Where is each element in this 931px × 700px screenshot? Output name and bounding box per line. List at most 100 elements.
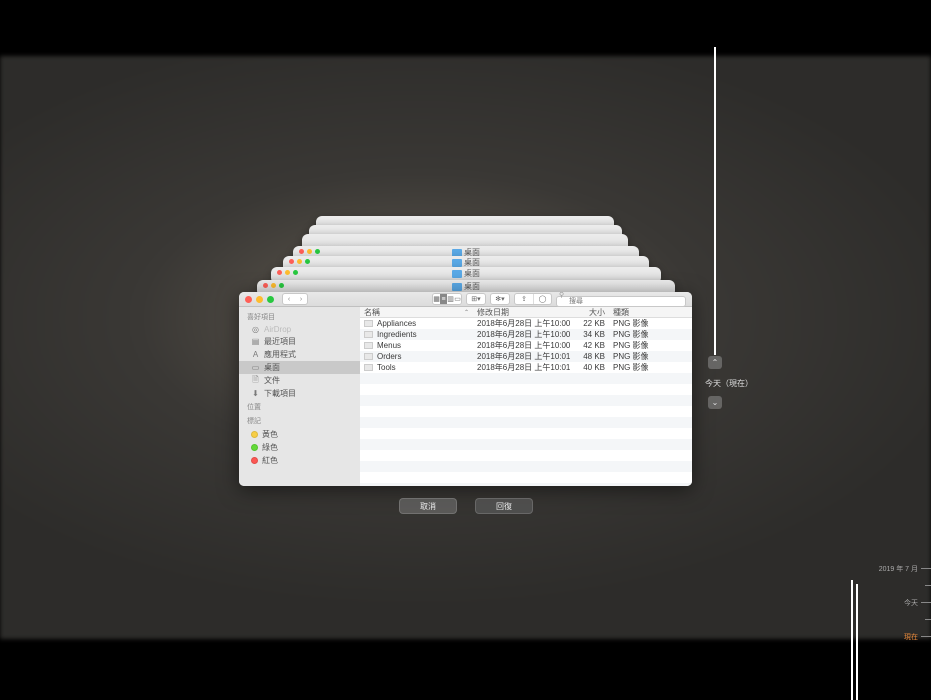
timeline-tick[interactable]: 2019 年 7 月 [861, 560, 931, 577]
table-row-empty [360, 461, 692, 472]
finder-window: ‹ › ▦ ≡ ▥ ▭ ⊞▾ ✻▾ ⇪ ◯ ⚲ 喜好項目 ◎ AirDrop ▤ 最… [239, 292, 692, 486]
stacked-window-title: 桌面 [464, 281, 480, 292]
column-name[interactable]: 名稱⌃ [360, 307, 473, 318]
table-row[interactable]: Tools2018年6月28日 上午10:0140 KBPNG 影像 [360, 362, 692, 373]
file-icon [364, 342, 373, 349]
action-buttons: 取消 回復 [399, 498, 533, 514]
sidebar-tag-red[interactable]: 紅色 [239, 454, 360, 467]
cancel-button[interactable]: 取消 [399, 498, 457, 514]
sidebar-header-locations: 位置 [239, 400, 360, 414]
view-switcher: ▦ ≡ ▥ ▭ [432, 293, 462, 305]
sidebar-item-airdrop[interactable]: ◎ AirDrop [239, 324, 360, 335]
timeline-tick[interactable] [861, 577, 931, 594]
file-list: 名稱⌃ 修改日期 大小 種類 Appliances2018年6月28日 上午10… [360, 307, 692, 486]
search-input[interactable] [556, 296, 686, 307]
clock-icon: ▤ [251, 337, 260, 346]
close-button[interactable] [245, 296, 252, 303]
view-columns-button[interactable]: ▥ [447, 294, 454, 304]
table-row-empty [360, 472, 692, 483]
search-icon: ⚲ [559, 292, 564, 299]
table-row-empty [360, 384, 692, 395]
sidebar-item-label: 文件 [264, 375, 280, 386]
sidebar-item-label: 應用程式 [264, 349, 296, 360]
sidebar-item-label: 下載項目 [264, 388, 296, 399]
toolbar: ‹ › ▦ ≡ ▥ ▭ ⊞▾ ✻▾ ⇪ ◯ ⚲ [239, 292, 692, 307]
restore-button[interactable]: 回復 [475, 498, 533, 514]
timeline-tick-mark [921, 602, 931, 603]
table-row-empty [360, 395, 692, 406]
column-date[interactable]: 修改日期 [473, 307, 570, 318]
table-row-empty [360, 373, 692, 384]
view-list-button[interactable]: ≡ [440, 294, 447, 304]
table-row[interactable]: Orders2018年6月28日 上午10:0148 KBPNG 影像 [360, 351, 692, 362]
sidebar-item-label: 最近項目 [264, 336, 296, 347]
sidebar-item-label: AirDrop [264, 325, 291, 334]
timeline-tick-mark [921, 568, 931, 569]
timeline-tick-mark [925, 619, 931, 620]
timeline-current-label: 今天（現在） [705, 378, 753, 389]
file-icon [364, 320, 373, 327]
sidebar-item-label: 紅色 [262, 455, 278, 466]
back-button[interactable]: ‹ [283, 294, 295, 304]
file-rows: Appliances2018年6月28日 上午10:0022 KBPNG 影像I… [360, 318, 692, 486]
view-icons-button[interactable]: ▦ [433, 294, 440, 304]
table-row[interactable]: Ingredients2018年6月28日 上午10:0034 KBPNG 影像 [360, 329, 692, 340]
sidebar-item-label: 黃色 [262, 429, 278, 440]
annotation-line [856, 584, 858, 700]
table-row-empty [360, 428, 692, 439]
desktop-icon: ▭ [251, 363, 260, 372]
timeline-label: 2019 年 7 月 [879, 564, 918, 574]
forward-button[interactable]: › [295, 294, 307, 304]
search-field-wrap: ⚲ [556, 292, 686, 308]
file-icon [364, 364, 373, 371]
arrange-button[interactable]: ⊞▾ [467, 294, 485, 304]
file-icon [364, 353, 373, 360]
sidebar-tag-green[interactable]: 綠色 [239, 441, 360, 454]
sidebar-header-favorites: 喜好項目 [239, 310, 360, 324]
timeline-tick[interactable]: 現在 [861, 628, 931, 645]
timeline-label: 今天 [904, 598, 918, 608]
view-gallery-button[interactable]: ▭ [454, 294, 461, 304]
sidebar-item-recents[interactable]: ▤ 最近項目 [239, 335, 360, 348]
action-button[interactable]: ✻▾ [491, 294, 509, 304]
table-row-empty [360, 439, 692, 450]
share-button[interactable]: ⇪ [515, 294, 533, 304]
minimize-button[interactable] [256, 296, 263, 303]
timeline-tick[interactable] [861, 611, 931, 628]
column-headers: 名稱⌃ 修改日期 大小 種類 [360, 307, 692, 318]
column-kind[interactable]: 種類 [609, 307, 692, 318]
sidebar-item-label: 桌面 [264, 362, 280, 373]
timeline-tick[interactable]: 今天 [861, 594, 931, 611]
sort-caret-icon: ⌃ [464, 309, 469, 316]
column-size[interactable]: 大小 [570, 307, 609, 318]
apps-icon: A [251, 350, 260, 359]
tag-green-icon [251, 444, 258, 451]
table-row[interactable]: Menus2018年6月28日 上午10:0042 KBPNG 影像 [360, 340, 692, 351]
timeline-down-button[interactable]: ⌄ [708, 396, 722, 409]
sidebar-item-documents[interactable]: 🗎文件 [239, 374, 360, 387]
timeline-tick-mark [925, 585, 931, 586]
sidebar-item-downloads[interactable]: ⬇ 下載項目 [239, 387, 360, 400]
tags-button[interactable]: ◯ [533, 294, 551, 304]
table-row-empty [360, 417, 692, 428]
sidebar-item-applications[interactable]: A 應用程式 [239, 348, 360, 361]
tag-red-icon [251, 457, 258, 464]
downloads-icon: ⬇ [251, 389, 260, 398]
table-row-empty [360, 450, 692, 461]
timeline-tick-mark [921, 636, 931, 637]
table-row[interactable]: Appliances2018年6月28日 上午10:0022 KBPNG 影像 [360, 318, 692, 329]
timeline-up-button[interactable]: ⌃ [708, 356, 722, 369]
sidebar-item-desktop[interactable]: ▭ 桌面 [239, 361, 360, 374]
sidebar-item-label: 綠色 [262, 442, 278, 453]
airdrop-icon: ◎ [251, 325, 260, 334]
annotation-line [851, 580, 853, 700]
backup-timeline[interactable]: 2019 年 7 月今天現在 [861, 560, 931, 640]
stacked-window-title: 桌面 [464, 268, 480, 279]
zoom-button[interactable] [267, 296, 274, 303]
window-controls [245, 296, 274, 303]
annotation-line [714, 47, 716, 355]
sidebar-tag-yellow[interactable]: 黃色 [239, 428, 360, 441]
sidebar: 喜好項目 ◎AirDrop ▤最近項目 A應用程式 ▭桌面 🗎文件 ⬇下載項目 … [239, 307, 360, 486]
timeline-label: 現在 [904, 632, 918, 642]
window-body: 喜好項目 ◎AirDrop ▤最近項目 A應用程式 ▭桌面 🗎文件 ⬇下載項目 … [239, 307, 692, 486]
